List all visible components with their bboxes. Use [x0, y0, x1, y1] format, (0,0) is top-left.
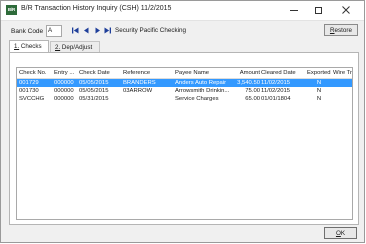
table-row[interactable]: 001730 000000 05/05/2015 03ARROW Arrowsm…: [17, 87, 352, 95]
bank-code-input[interactable]: A: [46, 25, 62, 37]
bank-code-label: Bank Code: [11, 28, 44, 35]
minimize-button[interactable]: [282, 1, 306, 20]
previous-record-icon: [84, 27, 89, 34]
tab-checks-label: Checks: [20, 43, 42, 50]
close-icon: [342, 6, 350, 15]
cell-check-date: 05/05/2015: [79, 88, 109, 94]
cell-payee-name: Service Charges: [175, 96, 219, 102]
column-header-reference[interactable]: Reference: [123, 69, 163, 77]
cell-amount: 65.00: [245, 96, 260, 102]
cell-reference: 03ARROW: [123, 88, 153, 94]
maximize-button[interactable]: [306, 1, 330, 20]
tab-dep-adjust-number: 2.: [55, 44, 61, 51]
maximize-icon: [314, 6, 322, 14]
column-header-exported[interactable]: Exported: [307, 69, 331, 77]
cell-exported: N: [316, 80, 322, 86]
cell-check-no: 001730: [19, 88, 39, 94]
app-icon: B/R: [6, 5, 17, 15]
first-record-icon: [72, 27, 79, 34]
window-title: B/R Transaction History Inquiry (CSH) 11…: [21, 5, 172, 12]
tab-dep-adjust[interactable]: 2. Dep/Adjust: [50, 41, 100, 52]
table-row[interactable]: 001729 000000 05/05/2015 BRANDERS Anders…: [17, 79, 352, 87]
cell-entry: 000000: [54, 88, 74, 94]
cell-entry: 000000: [54, 96, 74, 102]
close-button[interactable]: [334, 1, 358, 20]
next-record-icon: [95, 27, 100, 34]
next-record-button[interactable]: [93, 26, 102, 35]
tab-checks-number: 1.: [14, 43, 20, 50]
cell-cleared-date: 11/02/2015: [261, 88, 291, 94]
cell-cleared-date: 01/01/1804: [261, 96, 291, 102]
first-record-button[interactable]: [71, 26, 80, 35]
cell-payee-name: Anders Auto Repair: [175, 80, 227, 86]
previous-record-button[interactable]: [82, 26, 91, 35]
ok-button[interactable]: OK: [324, 227, 357, 239]
column-header-entry[interactable]: Entry ...: [54, 69, 77, 77]
tab-checks[interactable]: 1. Checks: [9, 40, 49, 52]
cell-entry: 000000: [54, 80, 74, 86]
grid-header: Check No. Entry ... Check Date Reference…: [17, 68, 352, 79]
bank-name: Security Pacific Checking: [115, 27, 187, 34]
column-header-wire-tran[interactable]: Wire Tran: [333, 69, 352, 77]
tab-dep-adjust-label: Dep/Adjust: [61, 44, 93, 51]
column-header-check-no[interactable]: Check No.: [19, 69, 52, 77]
cell-check-date: 05/31/2015: [79, 96, 109, 102]
table-row[interactable]: SVCCHG 000000 05/31/2015 Service Charges…: [17, 95, 352, 103]
column-header-amount[interactable]: Amount: [237, 69, 260, 77]
last-record-icon: [104, 27, 111, 34]
column-header-payee-name[interactable]: Payee Name: [175, 69, 239, 77]
cell-check-date: 05/05/2015: [79, 80, 109, 86]
cell-amount: 75.00: [245, 88, 260, 94]
cell-exported: N: [316, 88, 322, 94]
cell-check-no: SVCCHG: [19, 96, 45, 102]
title-bar[interactable]: B/R B/R Transaction History Inquiry (CSH…: [1, 1, 364, 21]
cell-exported: N: [316, 96, 322, 102]
ok-label: K: [340, 230, 346, 237]
minimize-icon: [290, 9, 298, 11]
column-header-cleared-date[interactable]: Cleared Date: [261, 69, 305, 77]
column-header-check-date[interactable]: Check Date: [79, 69, 121, 77]
restore-button[interactable]: Restore: [324, 24, 358, 36]
inquiry-window: B/R B/R Transaction History Inquiry (CSH…: [0, 0, 365, 243]
cell-reference: BRANDERS: [123, 80, 156, 86]
cell-payee-name: Arrowsmith Drinkin...: [175, 88, 230, 94]
last-record-button[interactable]: [103, 26, 112, 35]
restore-label: estore: [334, 27, 353, 34]
cell-amount: 3,540.50: [237, 80, 260, 86]
cell-cleared-date: 11/02/2015: [261, 80, 291, 86]
cell-check-no: 001729: [19, 80, 39, 86]
checks-panel: Check No. Entry ... Check Date Reference…: [9, 52, 359, 225]
transaction-grid[interactable]: Check No. Entry ... Check Date Reference…: [16, 67, 353, 220]
